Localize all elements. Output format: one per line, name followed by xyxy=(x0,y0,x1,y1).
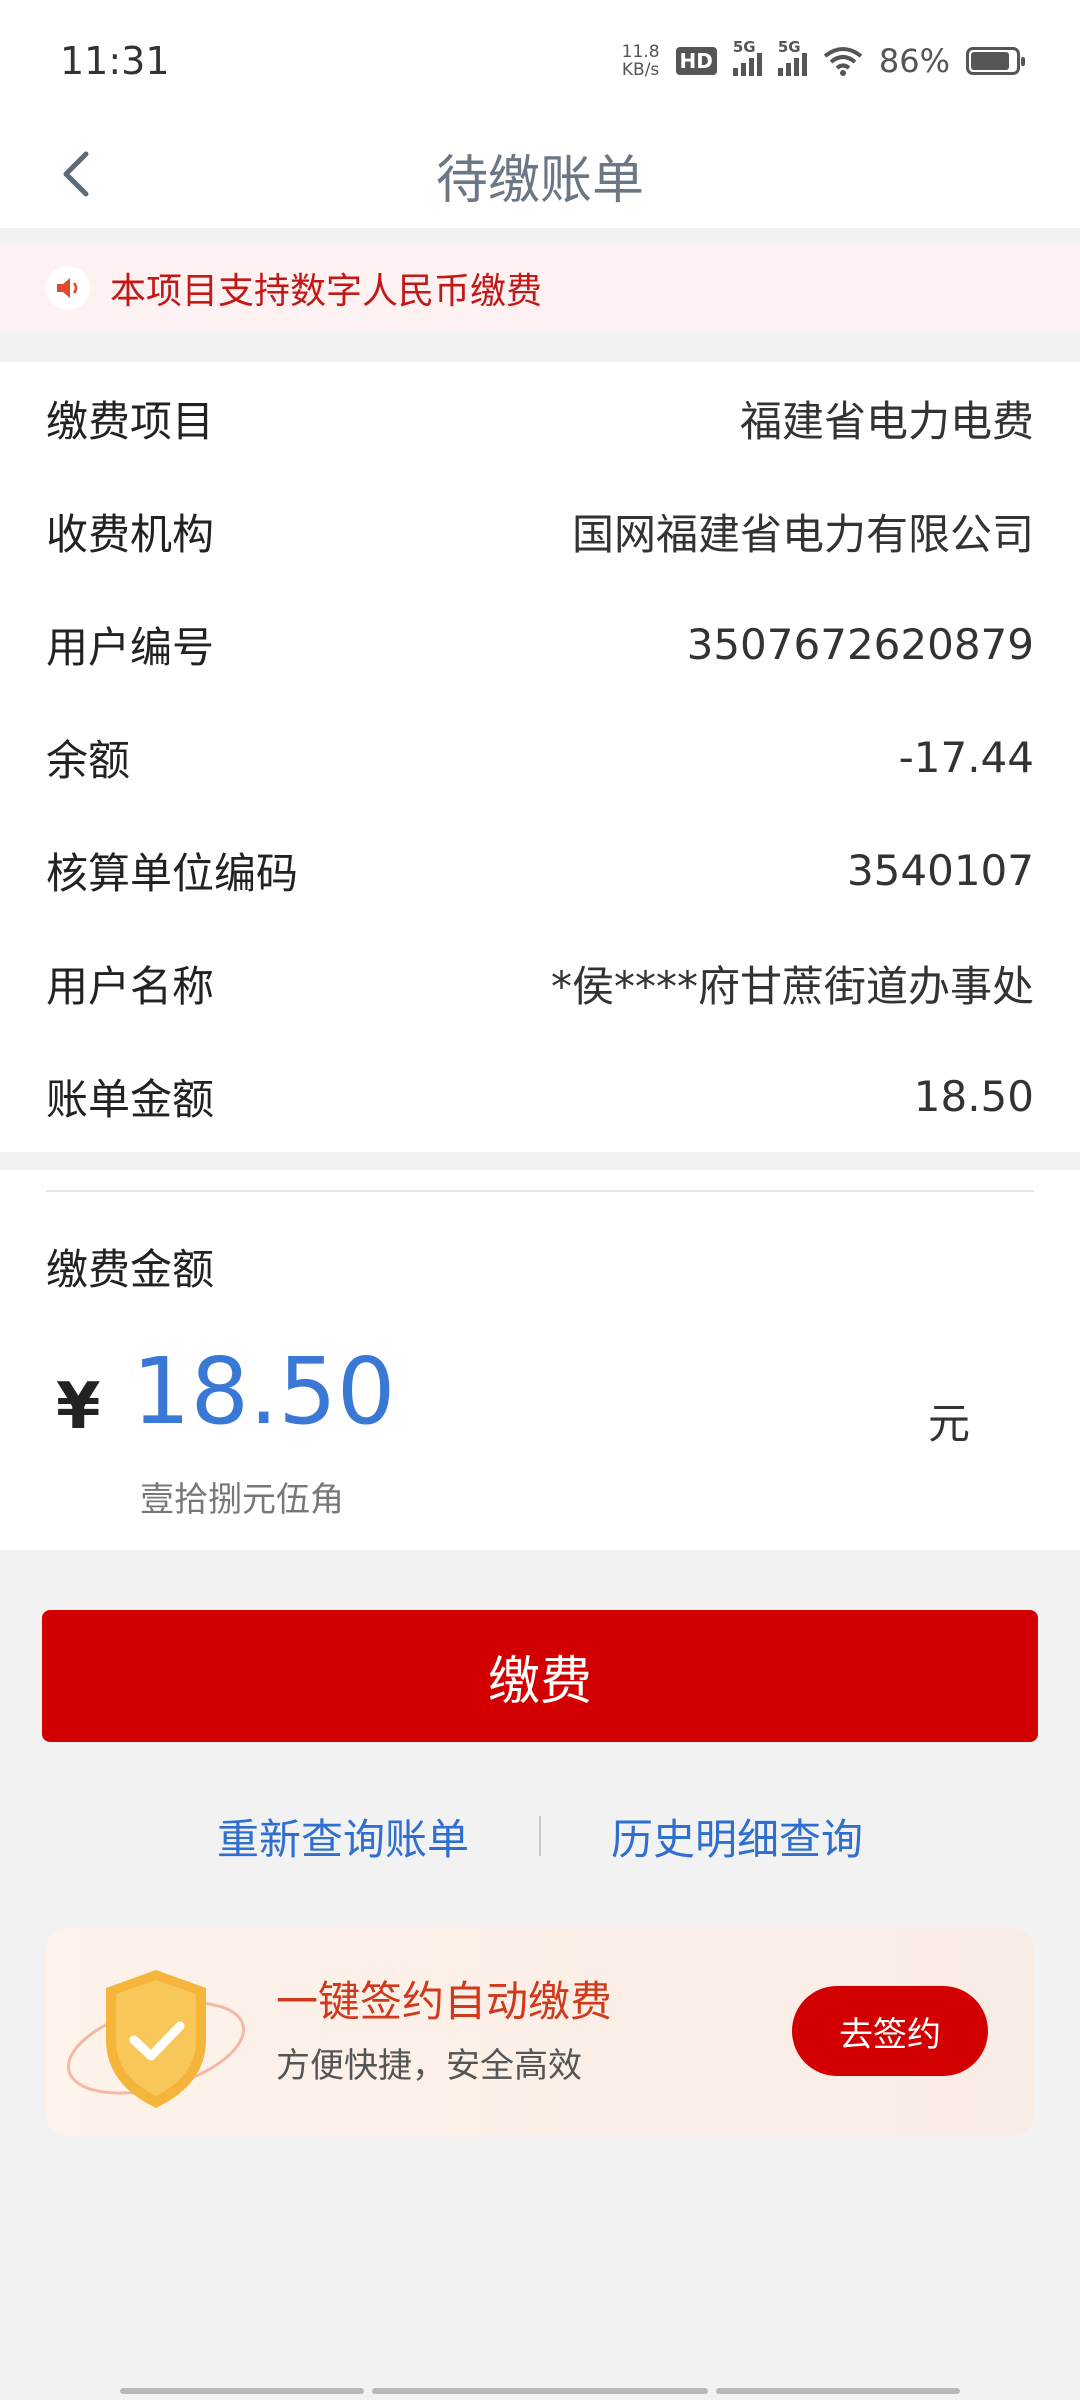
divider xyxy=(46,1190,1034,1192)
info-label: 核算单位编码 xyxy=(46,849,299,898)
status-bar: 11:31 11.8 KB/s HD 5G 5G 86% xyxy=(0,0,1080,122)
info-value: 18.50 xyxy=(913,1072,1034,1121)
info-row-bill-amount: 账单金额 18.50 xyxy=(0,1040,1080,1153)
amount-in-words: 壹拾捌元伍角 xyxy=(140,1480,344,1520)
signal-icon-sim1: 5G xyxy=(732,38,762,76)
network-speed: 11.8 KB/s xyxy=(622,43,660,79)
gesture-bar-segment xyxy=(372,2388,708,2394)
shield-check-icon xyxy=(66,1970,246,2108)
wifi-icon xyxy=(823,47,863,76)
info-label: 用户名称 xyxy=(46,962,215,1011)
info-value: 国网福建省电力有限公司 xyxy=(571,510,1034,559)
info-row-item: 缴费项目 福建省电力电费 xyxy=(0,362,1080,475)
payment-amount-card: 缴费金额 ¥ 18.50 元 壹拾捌元伍角 xyxy=(0,1170,1080,1550)
link-separator xyxy=(539,1816,541,1856)
info-label: 收费机构 xyxy=(46,510,215,559)
gesture-bar-segment xyxy=(120,2388,364,2394)
info-row-org: 收费机构 国网福建省电力有限公司 xyxy=(0,475,1080,588)
promo-title: 一键签约自动缴费 xyxy=(276,1977,613,2026)
network-speed-unit: KB/s xyxy=(621,60,660,80)
speaker-icon xyxy=(46,266,90,310)
info-value: 福建省电力电费 xyxy=(739,397,1034,446)
info-label: 用户编号 xyxy=(46,623,215,672)
info-value: -17.44 xyxy=(898,733,1034,782)
battery-icon xyxy=(966,47,1025,75)
battery-percent: 86% xyxy=(878,42,950,80)
info-value: *侯****府甘蔗街道办事处 xyxy=(550,962,1034,1011)
action-links: 重新查询账单 历史明细查询 xyxy=(0,1796,1080,1876)
bill-info-card: 缴费项目 福建省电力电费 收费机构 国网福建省电力有限公司 用户编号 35076… xyxy=(0,362,1080,1152)
gesture-bar-segment xyxy=(716,2388,960,2394)
auto-pay-promo-banner[interactable]: 一键签约自动缴费 方便快捷，安全高效 去签约 xyxy=(46,1928,1034,2136)
network-speed-value: 11.8 xyxy=(621,42,660,62)
info-value: 3507672620879 xyxy=(686,620,1034,669)
sim1-network-label: 5G xyxy=(732,38,756,56)
payment-amount-label: 缴费金额 xyxy=(46,1245,215,1294)
sim2-network-label: 5G xyxy=(777,38,801,56)
info-label: 缴费项目 xyxy=(46,397,215,446)
info-row-unit-code: 核算单位编码 3540107 xyxy=(0,814,1080,927)
pay-button[interactable]: 缴费 xyxy=(42,1610,1038,1742)
payment-amount-input[interactable]: 18.50 xyxy=(132,1338,395,1445)
signal-icon-sim2: 5G xyxy=(777,38,807,76)
info-row-user-name: 用户名称 *侯****府甘蔗街道办事处 xyxy=(0,927,1080,1040)
info-row-balance: 余额 -17.44 xyxy=(0,701,1080,814)
sign-up-button[interactable]: 去签约 xyxy=(792,1986,988,2076)
info-label: 余额 xyxy=(46,736,131,785)
info-row-user-id: 用户编号 3507672620879 xyxy=(0,588,1080,701)
history-detail-link[interactable]: 历史明细查询 xyxy=(611,1806,863,1867)
status-icons: 11.8 KB/s HD 5G 5G 86% xyxy=(622,38,1025,80)
promo-subtitle: 方便快捷，安全高效 xyxy=(276,2046,582,2086)
hd-icon: HD xyxy=(675,47,717,75)
digital-rmb-notice: 本项目支持数字人民币缴费 xyxy=(0,244,1080,332)
page-title: 待缴账单 xyxy=(435,150,644,211)
requery-bill-link[interactable]: 重新查询账单 xyxy=(217,1806,469,1867)
info-value: 3540107 xyxy=(846,846,1034,895)
info-label: 账单金额 xyxy=(46,1075,215,1124)
notice-text: 本项目支持数字人民币缴费 xyxy=(110,271,543,312)
status-time: 11:31 xyxy=(60,39,170,83)
currency-unit: 元 xyxy=(927,1399,970,1448)
chevron-left-icon[interactable] xyxy=(50,146,106,202)
nav-bar: 待缴账单 xyxy=(0,122,1080,228)
currency-symbol: ¥ xyxy=(56,1370,101,1444)
